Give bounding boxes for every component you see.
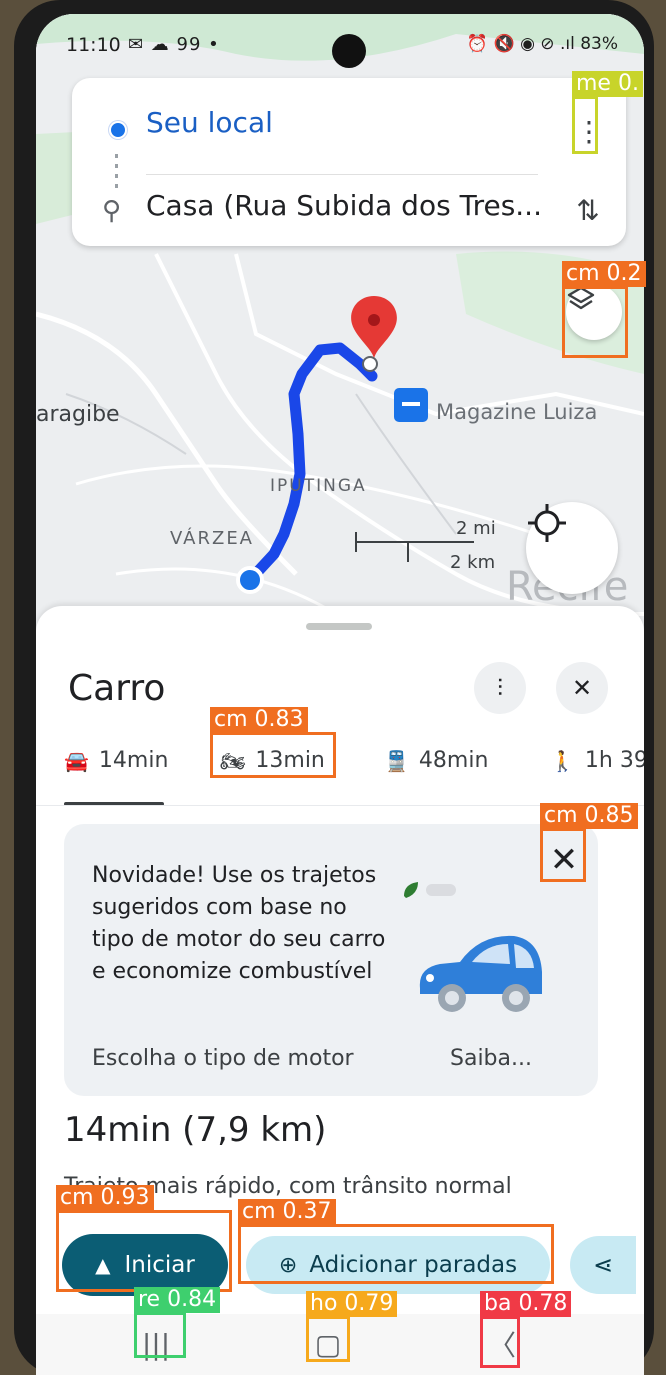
tab-transit[interactable]: 🚆 48min xyxy=(384,748,488,773)
close-sheet-button[interactable]: ✕ xyxy=(556,662,608,714)
crosshair-icon xyxy=(528,504,566,542)
status-time: 11:10 xyxy=(66,34,121,56)
route-connector xyxy=(115,154,118,194)
detection-label: cm 0.85 xyxy=(540,803,638,829)
detection-box-back: ba 0.78 xyxy=(480,1291,572,1368)
detection-label: me 0. xyxy=(572,71,643,97)
close-icon: ✕ xyxy=(571,674,593,702)
status-system-icons: ⏰ 🔇 ◉ ⊘ .ıl 83% xyxy=(466,34,618,54)
route-card: Seu local ⚲ Casa (Rua Subida dos Tres...… xyxy=(72,78,626,246)
detection-box-start: cm 0.93 xyxy=(56,1185,232,1292)
car-illustration xyxy=(419,935,542,1012)
learn-more-link[interactable]: Saiba... xyxy=(450,1046,532,1071)
detection-box-recents: re 0.84 xyxy=(134,1287,221,1358)
destination-field[interactable]: Casa (Rua Subida dos Tres... xyxy=(146,189,542,222)
status-notification-icons: ✉ ☁ 99 • xyxy=(128,34,220,55)
detection-label: re 0.84 xyxy=(134,1287,221,1313)
swap-direction-icon[interactable]: ⇅ xyxy=(568,190,608,230)
detection-box-home: ho 0.79 xyxy=(306,1291,398,1362)
detection-label: cm 0.93 xyxy=(56,1185,154,1211)
detection-label: cm 0.2 xyxy=(562,261,646,287)
tab-walk[interactable]: 🚶 1h 39 xyxy=(550,748,644,773)
share-icon: ⋖ xyxy=(592,1251,614,1279)
detection-box-motorcycle: cm 0.83 xyxy=(210,707,336,778)
mode-time: 14min xyxy=(98,748,169,773)
eco-toggle-icon xyxy=(404,882,456,898)
map-view[interactable]: aragibe Magazine Luiza IPUTINGA VÁRZEA R… xyxy=(36,14,644,654)
destination-pin-outline-icon: ⚲ xyxy=(102,196,122,226)
walk-icon: 🚶 xyxy=(550,748,575,773)
share-button[interactable]: ⋖ xyxy=(570,1236,636,1294)
tune-icon: ⫶ xyxy=(497,674,503,702)
sheet-title: Carro xyxy=(68,668,166,709)
tab-car[interactable]: 🚘 14min xyxy=(64,748,168,773)
choose-engine-link[interactable]: Escolha o tipo de motor xyxy=(92,1046,354,1071)
map-label-varzea: VÁRZEA xyxy=(170,528,254,549)
route-summary-time: 14min (7,9 km) xyxy=(64,1110,327,1150)
travel-modes: 🚘 14min 🏍 13min 🚆 48min 🚶 1h 39 xyxy=(36,740,644,804)
detection-label: ho 0.79 xyxy=(306,1291,398,1317)
front-camera xyxy=(332,34,366,68)
origin-field[interactable]: Seu local xyxy=(146,106,273,139)
detection-box-menu: me 0. xyxy=(572,71,643,154)
map-label-iputinga: IPUTINGA xyxy=(270,476,367,496)
mode-time: 48min xyxy=(418,748,489,773)
detection-box-layers: cm 0.2 xyxy=(562,261,646,358)
scale-km: 2 km xyxy=(450,552,496,573)
map-label-aragibe: aragibe xyxy=(36,402,120,427)
phone-screen: aragibe Magazine Luiza IPUTINGA VÁRZEA R… xyxy=(36,14,644,1375)
divider xyxy=(146,174,538,175)
transit-icon: 🚆 xyxy=(384,748,409,773)
detection-box-close: cm 0.85 xyxy=(540,803,638,882)
detection-label: cm 0.37 xyxy=(238,1199,336,1225)
detection-label: cm 0.83 xyxy=(210,707,308,733)
origin-marker xyxy=(236,566,264,594)
drag-handle[interactable] xyxy=(306,623,372,630)
map-label-store[interactable]: Magazine Luiza xyxy=(436,400,597,424)
car-icon: 🚘 xyxy=(64,748,89,773)
detection-label: ba 0.78 xyxy=(480,1291,572,1317)
origin-dot-icon xyxy=(109,121,127,139)
promo-text: Novidade! Use os trajetos sugeridos com … xyxy=(92,863,386,984)
my-location-button[interactable] xyxy=(526,502,618,594)
scale-mi: 2 mi xyxy=(456,518,496,539)
promo-card: Novidade! Use os trajetos sugeridos com … xyxy=(64,824,598,1096)
route-options-button[interactable]: ⫶ xyxy=(474,662,526,714)
mode-time: 1h 39 xyxy=(584,748,644,773)
detection-box-add-stops: cm 0.37 xyxy=(238,1199,554,1284)
